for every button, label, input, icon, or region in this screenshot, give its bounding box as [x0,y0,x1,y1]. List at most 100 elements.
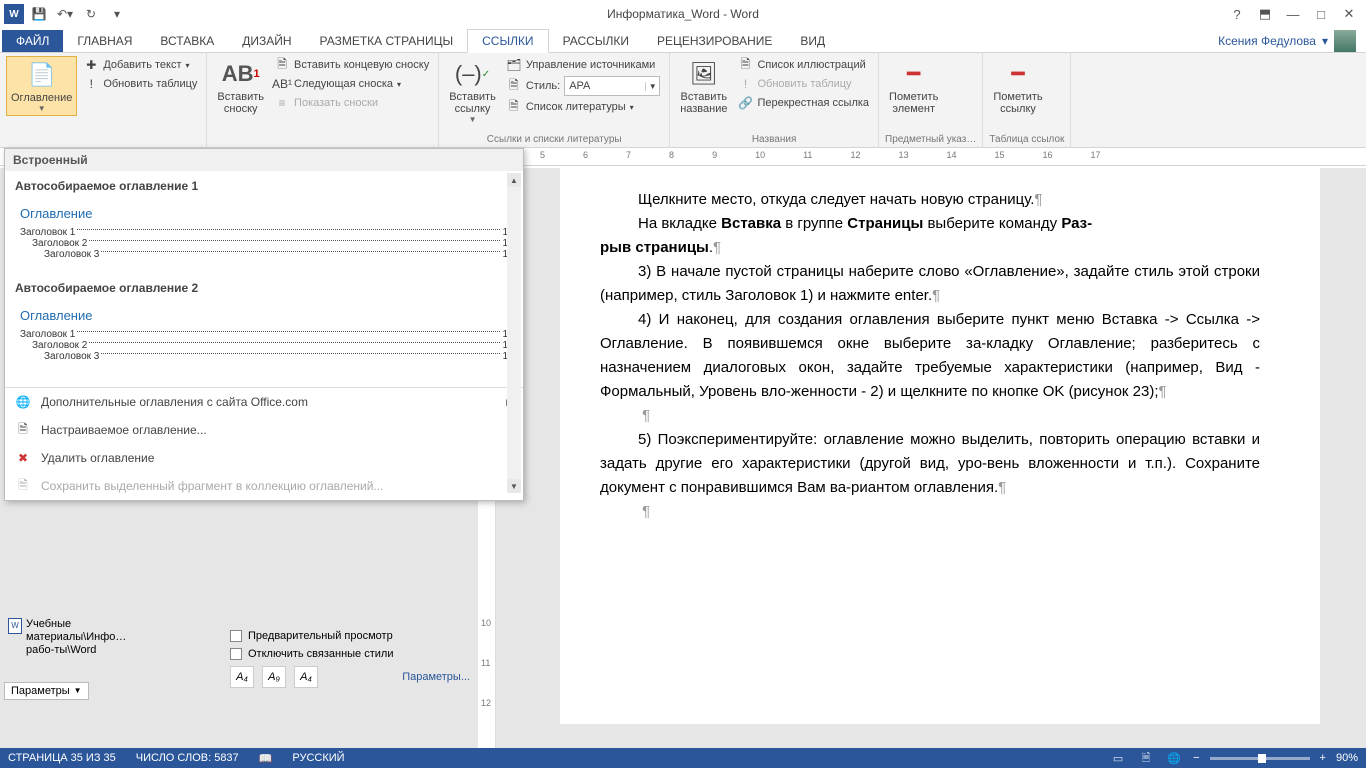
remove-toc[interactable]: ✖Удалить оглавление [5,444,523,472]
user-avatar [1334,30,1356,52]
tab-file[interactable]: ФАЙЛ [2,30,63,52]
window-title: Информатика_Word - Word [607,7,759,21]
insert-footnote-button[interactable]: AB1 Вставить сноску [213,56,268,117]
gallery-item-title: Автособираемое оглавление 1 [15,177,513,199]
mark-citation-button[interactable]: ━ Пометить ссылку [989,56,1046,117]
mark-entry-icon: ━ [898,58,930,90]
update-icon: ! [737,76,753,92]
custom-icon: 🗎 [15,422,31,438]
style-a3-button[interactable]: A₄ [294,666,318,688]
group-label [6,144,200,146]
sources-icon: 🗂 [506,57,522,73]
page-indicator[interactable]: СТРАНИЦА 35 ИЗ 35 [8,752,116,764]
word-count[interactable]: ЧИСЛО СЛОВ: 5837 [136,752,239,764]
insert-caption-button[interactable]: 🖼 Вставить название [676,56,731,117]
window-controls: ? ⬒ — □ ✕ [1224,4,1362,24]
insert-citation-label: Вставить ссылку [449,91,496,115]
help-icon[interactable]: ? [1224,4,1250,24]
save-selection-toc: 🗎Сохранить выделенный фрагмент в коллекц… [5,472,523,500]
tab-view[interactable]: ВИД [786,30,839,52]
mark-entry-button[interactable]: ━ Пометить элемент [885,56,942,117]
add-text-button[interactable]: ✚Добавить текст ▾ [80,56,200,74]
remove-icon: ✖ [15,450,31,466]
user-account[interactable]: Ксения Федулова ▾ [1218,30,1356,52]
toc-preview: Оглавление Заголовок 11 Заголовок 21 Заг… [15,301,513,369]
web-layout-icon[interactable]: 🌐 [1165,751,1183,765]
tab-home[interactable]: ГЛАВНАЯ [63,30,146,52]
add-text-icon: ✚ [83,57,99,73]
group-toc: 📄 Оглавление ▼ ✚Добавить текст ▾ !Обнови… [0,53,207,147]
show-icon: ≡ [274,95,290,111]
ribbon-options-icon[interactable]: ⬒ [1252,4,1278,24]
update-table-button[interactable]: !Обновить таблицу [80,75,200,93]
more-toc-office[interactable]: 🌐Дополнительные оглавления с сайта Offic… [5,388,523,416]
quick-access-toolbar: W 💾 ↶▾ ↻ ▾ [4,3,128,25]
toc-gallery-item-2[interactable]: Автособираемое оглавление 2 Оглавление З… [15,279,513,369]
toc-button-label: Оглавление [11,92,72,104]
print-layout-icon[interactable]: 🗎 [1137,751,1155,765]
bibliography-button[interactable]: 🗎Список литературы ▾ [503,98,663,116]
group-label [213,144,432,146]
tof-icon: 🗎 [737,57,753,73]
body-text: Щелкните место, откуда следует начать но… [638,191,1034,208]
close-icon[interactable]: ✕ [1336,4,1362,24]
read-mode-icon[interactable]: ▭ [1109,751,1127,765]
proofing-icon[interactable]: 📖 [259,752,273,765]
toc-gallery: Автособираемое оглавление 1 Оглавление З… [5,171,523,387]
zoom-in-icon[interactable]: + [1320,752,1326,764]
qat-dropdown-icon[interactable]: ▾ [106,3,128,25]
preview-checkbox[interactable]: Предварительный просмотр [230,630,470,642]
zoom-level[interactable]: 90% [1336,752,1358,764]
body-text: 5) Поэкспериментируйте: оглавление можно… [600,431,1260,496]
params-button[interactable]: Параметры▼ [4,682,89,700]
gallery-scrollbar[interactable]: ▲ ▼ [507,173,521,493]
tab-mailings[interactable]: РАССЫЛКИ [549,30,643,52]
tab-insert[interactable]: ВСТАВКА [146,30,228,52]
scroll-down-icon[interactable]: ▼ [507,479,521,493]
tab-layout[interactable]: РАЗМЕТКА СТРАНИЦЫ [306,30,468,52]
chevron-down-icon[interactable]: ▼ [645,82,659,91]
group-citations: (–)✓ Вставить ссылку ▼ 🗂Управление источ… [439,53,670,147]
scroll-up-icon[interactable]: ▲ [507,173,521,187]
zoom-out-icon[interactable]: − [1193,752,1199,764]
save-icon[interactable]: 💾 [28,3,50,25]
disable-linked-checkbox[interactable]: Отключить связанные стили [230,648,470,660]
group-label: Названия [676,133,872,146]
style-params-link[interactable]: Параметры... [402,671,470,683]
zoom-slider[interactable] [1210,757,1310,760]
biblio-icon: 🗎 [506,99,522,115]
minimize-icon[interactable]: — [1280,4,1306,24]
undo-icon[interactable]: ↶▾ [54,3,76,25]
nav-document-item[interactable]: W Учебныематериалы\Инфо…рабо-ты\Word [4,616,214,660]
show-notes-button[interactable]: ≡Показать сноски [271,94,432,112]
tab-references[interactable]: ССЫЛКИ [467,29,548,53]
ribbon-tabs: ФАЙЛ ГЛАВНАЯ ВСТАВКА ДИЗАЙН РАЗМЕТКА СТР… [0,28,1366,53]
next-footnote-button[interactable]: AB¹Следующая сноска ▾ [271,75,432,93]
style-icon: 🗎 [506,78,522,94]
custom-toc[interactable]: 🗎Настраиваемое оглавление... [5,416,523,444]
toc-gallery-item-1[interactable]: Автособираемое оглавление 1 Оглавление З… [15,177,513,267]
tab-design[interactable]: ДИЗАЙН [228,30,305,52]
insert-citation-button[interactable]: (–)✓ Вставить ссылку ▼ [445,56,500,126]
cross-reference-button[interactable]: 🔗Перекрестная ссылка [734,94,872,112]
maximize-icon[interactable]: □ [1308,4,1334,24]
citation-style[interactable]: 🗎Стиль: APA▼ [503,75,663,97]
style-a1-button[interactable]: A₄ [230,666,254,688]
ribbon: 📄 Оглавление ▼ ✚Добавить текст ▾ !Обнови… [0,53,1366,148]
language-indicator[interactable]: РУССКИЙ [292,752,344,764]
toc-button[interactable]: 📄 Оглавление ▼ [6,56,77,116]
style-a2-button[interactable]: A₉ [262,666,286,688]
tab-review[interactable]: РЕЦЕНЗИРОВАНИЕ [643,30,786,52]
manage-sources-button[interactable]: 🗂Управление источниками [503,56,663,74]
group-authorities: ━ Пометить ссылку Таблица ссылок [983,53,1071,147]
group-captions: 🖼 Вставить название 🗎Список иллюстраций … [670,53,879,147]
styles-pane: Предварительный просмотр Отключить связа… [230,630,470,688]
xref-icon: 🔗 [737,95,753,111]
insert-tof-button[interactable]: 🗎Список иллюстраций [734,56,872,74]
update-captions-button[interactable]: !Обновить таблицу [734,75,872,93]
document-page[interactable]: Щелкните место, откуда следует начать но… [560,168,1320,724]
redo-icon[interactable]: ↻ [80,3,102,25]
group-label: Таблица ссылок [989,133,1064,146]
word-app-icon: W [4,4,24,24]
insert-endnote-button[interactable]: 🗎Вставить концевую сноску [271,56,432,74]
